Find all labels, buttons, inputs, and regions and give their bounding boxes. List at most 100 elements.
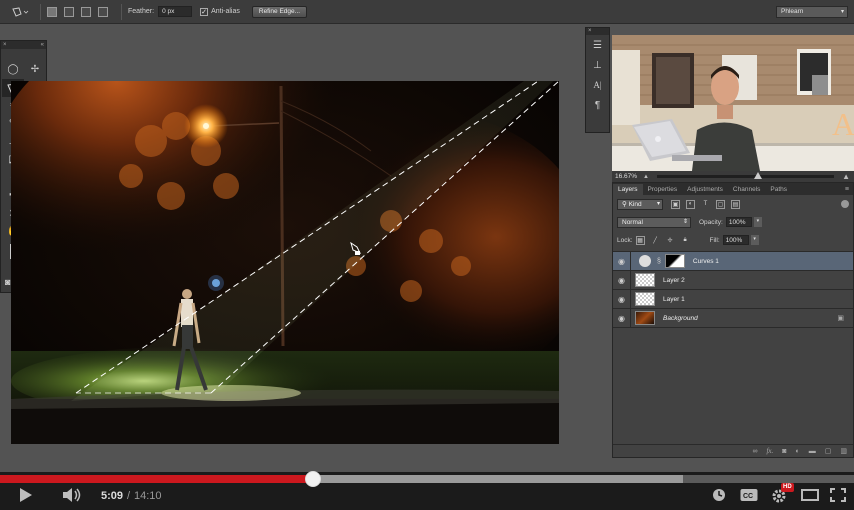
add-to-selection-button[interactable] — [64, 6, 74, 17]
current-time: 5:09 — [101, 490, 124, 502]
curves-adjustment-icon — [639, 255, 651, 267]
workspace-switcher[interactable]: Phlearn ▾ — [776, 6, 848, 18]
time-separator: / — [127, 490, 131, 502]
smart-object-filter-icon[interactable]: ▤ — [731, 199, 740, 209]
layer-row-background[interactable]: ◉ Background ▣ — [613, 308, 853, 328]
lock-position-icon[interactable]: ✢ — [666, 236, 675, 245]
tab-properties[interactable]: Properties — [643, 184, 683, 195]
chevron-down-icon: ▾ — [656, 200, 660, 207]
character-panel-icon[interactable]: A| — [586, 75, 609, 95]
opacity-label: Opacity: — [699, 218, 723, 226]
filter-toggle[interactable] — [841, 200, 849, 208]
eye-icon[interactable]: ◉ — [613, 251, 631, 271]
tools-panel-header[interactable]: × « — [1, 41, 46, 49]
lock-label: Lock: — [617, 236, 633, 244]
lock-all-icon[interactable]: 🔒︎ — [681, 236, 690, 245]
blend-row: Normal ⇕ Opacity: 100% ▾ — [613, 213, 853, 231]
layer-mask-thumbnail[interactable] — [664, 254, 685, 268]
eye-icon[interactable]: ◉ — [613, 308, 631, 328]
trash-icon[interactable]: ▥ — [840, 447, 847, 455]
lock-row: Lock: ▦ ╱ ✢ 🔒︎ Fill: 100% ▾ — [613, 231, 853, 249]
zoom-out-icon[interactable]: ▲ — [643, 174, 649, 180]
video-controls: 5:09 / 14:10 CC HD — [0, 471, 854, 510]
layer-row-layer-1[interactable]: ◉ Layer 1 — [613, 289, 853, 309]
progress-handle[interactable] — [304, 471, 321, 487]
layer-thumbnail[interactable] — [635, 292, 655, 306]
collapse-icon[interactable]: « — [41, 42, 44, 48]
options-divider — [121, 3, 122, 20]
layer-row-curves-1[interactable]: ◉ § Curves 1 — [613, 251, 853, 271]
fx-icon[interactable]: fx. — [766, 447, 773, 455]
fullscreen-icon[interactable] — [830, 488, 846, 502]
refine-edge-button[interactable]: Refine Edge... — [251, 5, 308, 18]
filter-kind-value: Kind — [628, 200, 642, 208]
polygonal-lasso-tool-preset-icon[interactable] — [6, 3, 34, 21]
add-mask-icon[interactable]: ◙ — [782, 448, 786, 455]
opacity-dropdown-icon[interactable]: ▾ — [753, 217, 762, 227]
eye-icon[interactable]: ◉ — [613, 289, 631, 309]
link-icon[interactable]: § — [657, 258, 661, 265]
shape-filter-icon[interactable]: ▢ — [716, 199, 725, 209]
chevron-down-icon: ⇕ — [682, 218, 688, 225]
layer-thumbnail[interactable] — [635, 273, 655, 287]
opacity-input[interactable]: 100% — [725, 217, 752, 227]
search-icon: ⚲ — [622, 200, 629, 208]
paragraph-panel-icon[interactable]: ¶ — [586, 95, 609, 115]
new-layer-icon[interactable]: ▢ — [825, 447, 832, 455]
play-icon[interactable] — [20, 488, 32, 502]
feather-input[interactable]: 0 px — [158, 6, 193, 17]
lock-icon: ▣ — [837, 315, 844, 322]
adjustments-sliders-icon[interactable]: ☰ — [586, 35, 609, 55]
filter-kind-select[interactable]: ⚲ Kind ▾ — [617, 198, 663, 210]
close-icon[interactable]: × — [3, 42, 7, 48]
zoom-slider[interactable] — [656, 172, 835, 179]
new-selection-button[interactable] — [47, 6, 57, 17]
side-dock-header[interactable]: × — [586, 28, 609, 35]
panel-menu-icon[interactable]: ≡ — [845, 184, 853, 195]
svg-text:A: A — [832, 106, 854, 142]
quick-mask-icon[interactable]: ◙ — [5, 277, 10, 288]
lock-transparent-icon[interactable]: ▦ — [635, 235, 645, 245]
document-canvas[interactable] — [11, 81, 559, 444]
zoom-in-icon[interactable]: ▲ — [842, 172, 850, 181]
tab-layers[interactable]: Layers — [613, 184, 643, 195]
night-street-photo — [11, 81, 559, 444]
move-icon[interactable]: ✢ — [24, 61, 46, 79]
total-time: 14:10 — [134, 490, 162, 502]
pixel-filter-icon[interactable]: ▣ — [671, 199, 680, 209]
layer-row-layer-2[interactable]: ◉ Layer 2 — [613, 270, 853, 290]
tab-adjustments[interactable]: Adjustments — [682, 184, 728, 195]
progress-bar[interactable] — [0, 471, 854, 487]
stamp-icon[interactable]: ⊥ — [586, 55, 609, 75]
watch-later-icon[interactable] — [712, 488, 726, 502]
link-layers-icon[interactable]: ∞ — [752, 448, 757, 455]
tab-paths[interactable]: Paths — [765, 184, 792, 195]
new-group-icon[interactable]: ▬ — [809, 448, 816, 455]
blend-mode-select[interactable]: Normal ⇕ — [617, 216, 691, 228]
tab-channels[interactable]: Channels — [728, 184, 765, 195]
intersect-selection-button[interactable] — [98, 6, 108, 17]
captions-icon[interactable]: CC — [740, 488, 758, 502]
theater-mode-icon[interactable] — [801, 488, 819, 502]
layer-name[interactable]: Curves 1 — [693, 258, 719, 265]
zoom-level[interactable]: 16.67% — [615, 173, 643, 180]
fill-dropdown-icon[interactable]: ▾ — [750, 235, 759, 245]
filter-row: ⚲ Kind ▾ ▣ ◐ T ▢ ▤ — [613, 195, 853, 213]
eye-icon[interactable]: ◉ — [613, 270, 631, 290]
layer-thumbnail[interactable] — [635, 311, 655, 325]
type-filter-icon[interactable]: T — [701, 200, 710, 209]
subtract-from-selection-button[interactable] — [81, 6, 91, 17]
new-adjustment-icon[interactable]: ◐ — [796, 448, 800, 455]
layer-name[interactable]: Layer 1 — [663, 296, 685, 303]
fill-input[interactable]: 100% — [722, 235, 749, 245]
ellipse-marquee-icon[interactable]: ◯ — [2, 61, 24, 79]
lock-image-icon[interactable]: ╱ — [651, 236, 660, 245]
volume-icon[interactable] — [62, 487, 82, 503]
adjustment-filter-icon[interactable]: ◐ — [686, 199, 695, 209]
antialias-checkbox[interactable]: ✓ — [200, 7, 209, 16]
fill-label: Fill: — [709, 236, 720, 244]
layer-name[interactable]: Background — [663, 315, 698, 322]
zoom-slider-thumb[interactable] — [753, 172, 762, 179]
layer-name[interactable]: Layer 2 — [663, 277, 685, 284]
progress-played — [0, 475, 313, 483]
